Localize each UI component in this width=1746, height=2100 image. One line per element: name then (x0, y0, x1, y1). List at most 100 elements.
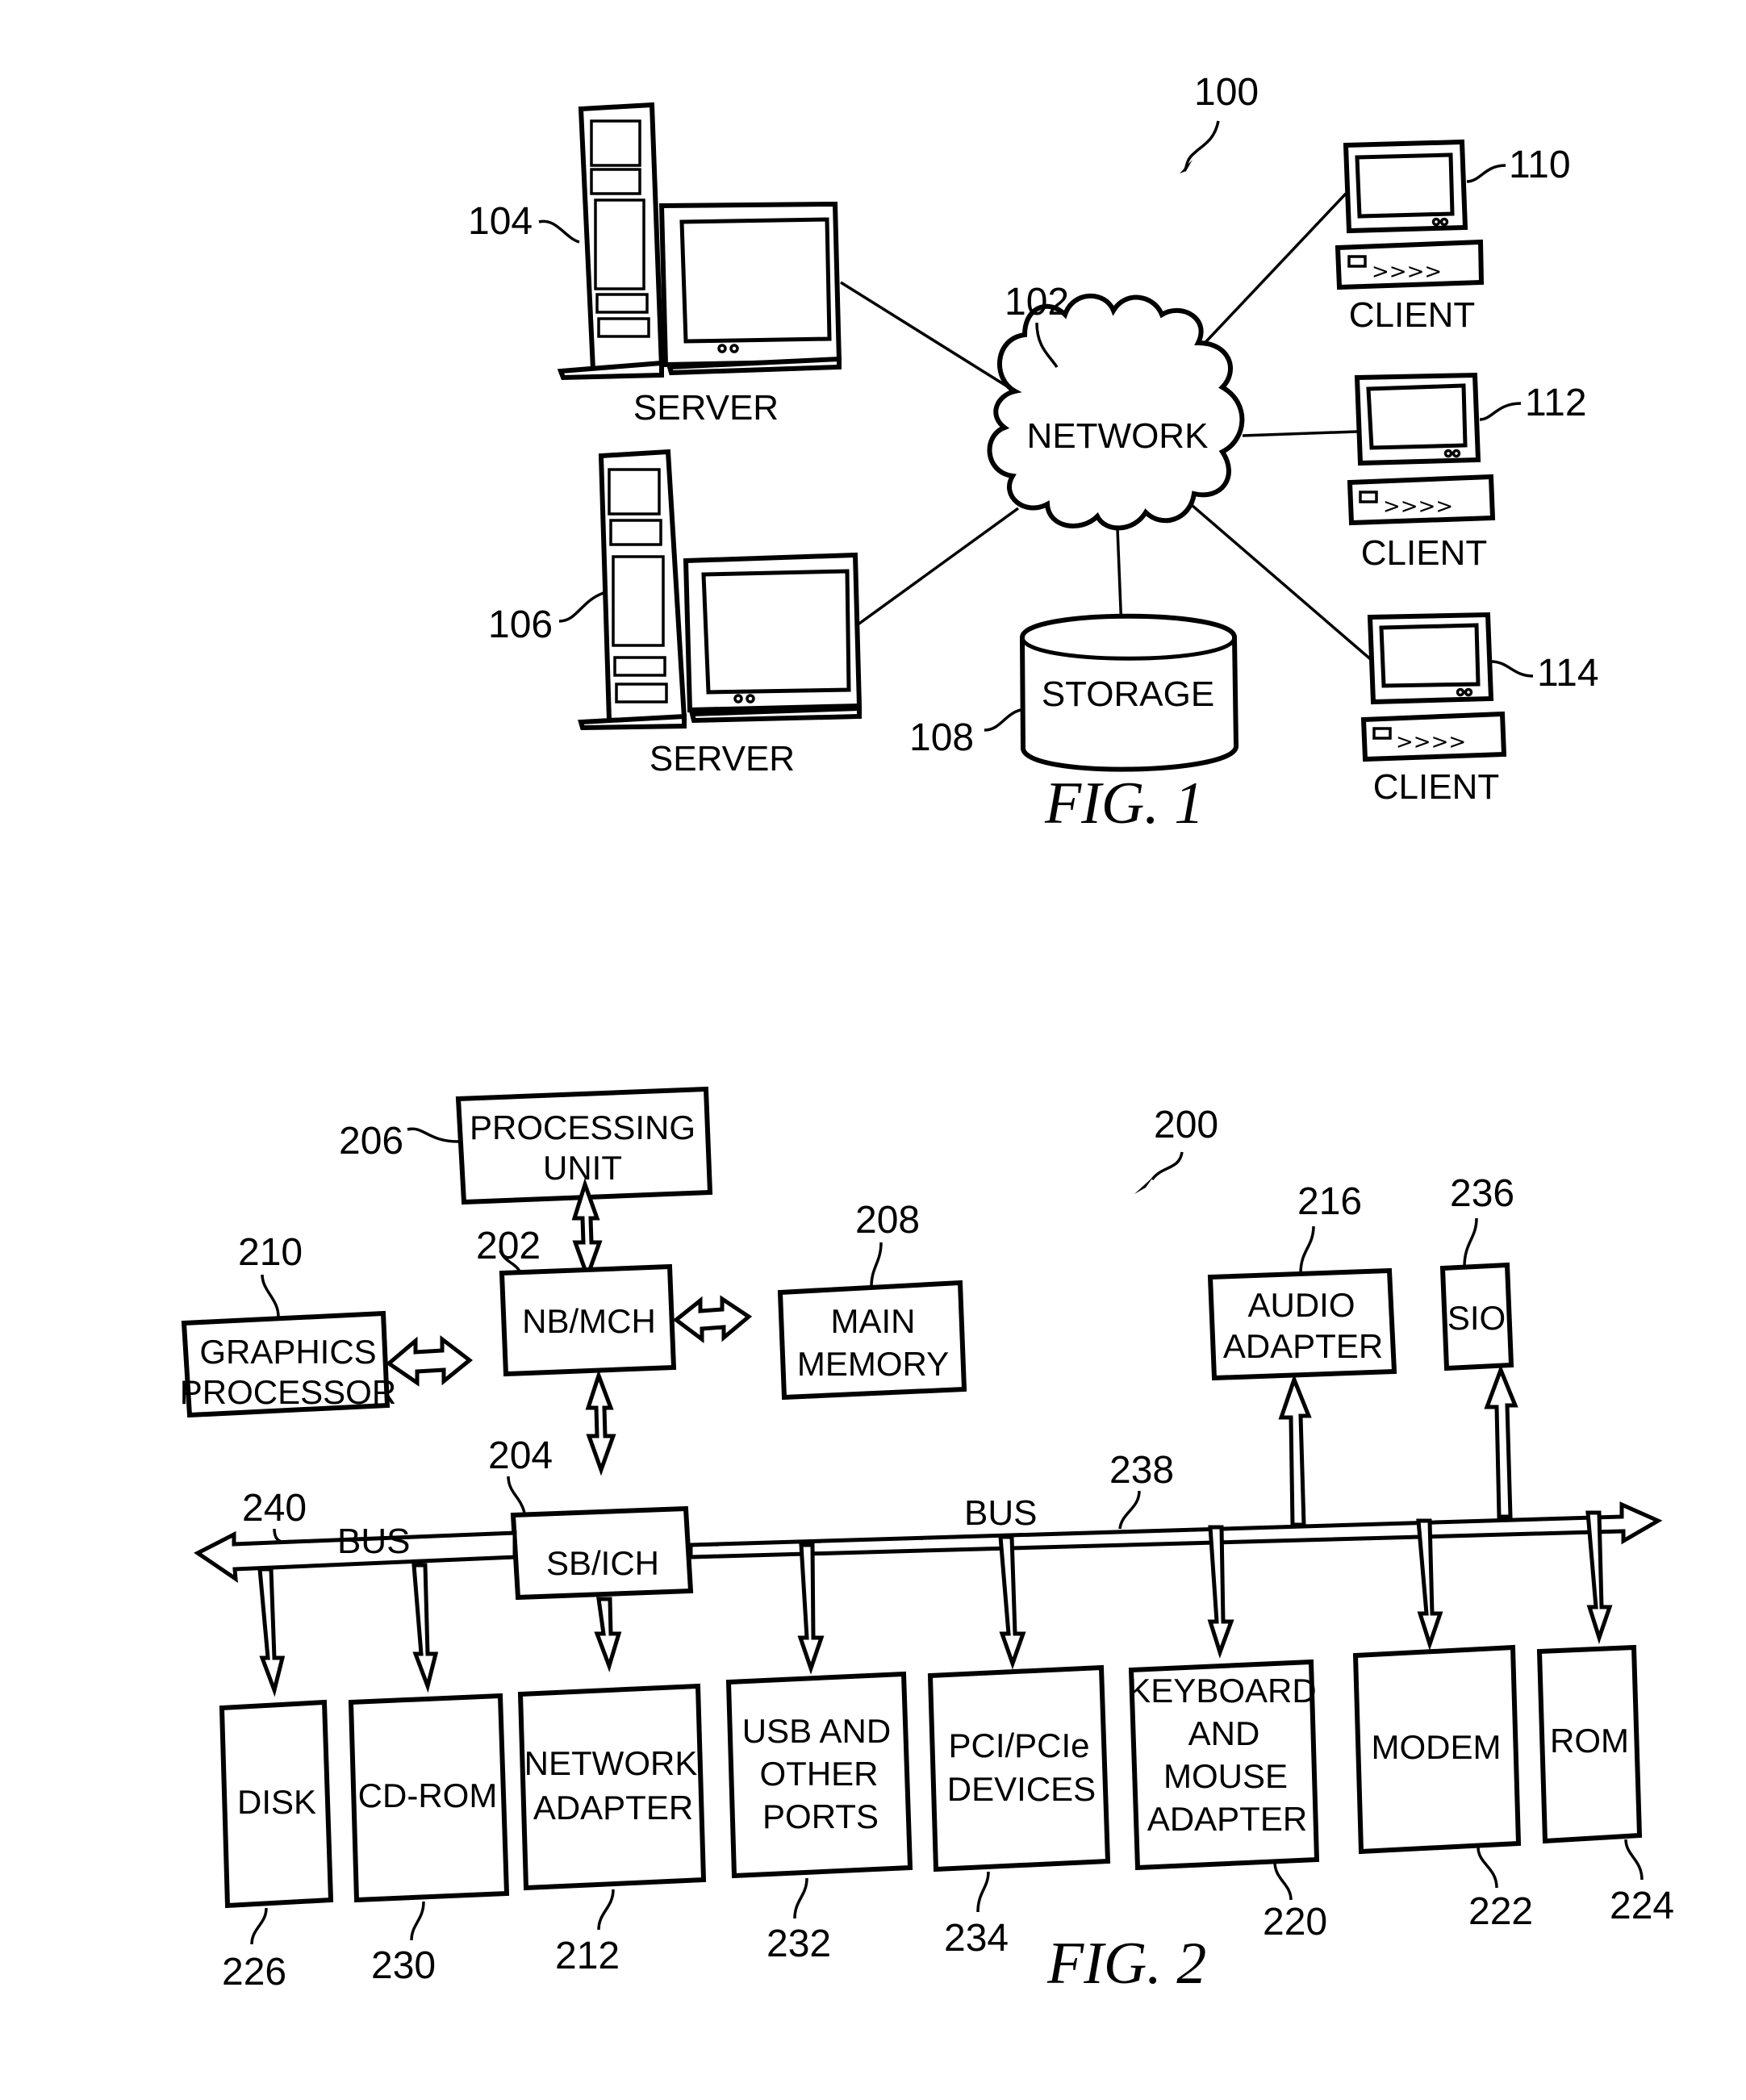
bus-right-label: BUS (964, 1493, 1037, 1533)
graphics-processor-line2: PROCESSOR (180, 1373, 396, 1411)
processing-unit-ref-leader (407, 1127, 459, 1143)
fig1-system-ref: 100 (1194, 71, 1259, 114)
sio-bus-arrow (1484, 1364, 1518, 1519)
disk-bus-arrow (257, 1567, 286, 1697)
keyboard-mouse-line3: MOUSE (1163, 1757, 1288, 1795)
sio-ref: 236 (1450, 1172, 1514, 1215)
server-104-ref-leader (538, 219, 580, 244)
svg-text:>>>>: >>>> (1396, 730, 1466, 754)
bus-240: BUS 240 (194, 1487, 517, 1584)
audio-adapter-ref: 216 (1297, 1180, 1362, 1223)
pci-devices-bus-arrow (998, 1534, 1026, 1670)
fig1-caption: FIG. 1 (1044, 770, 1204, 837)
modem-ref-leader (1477, 1847, 1498, 1889)
fig2-system-ref-leader (1151, 1151, 1184, 1181)
keyboard-mouse-line1: KEYBOARD (1128, 1672, 1316, 1710)
server-106: SERVER 106 (488, 449, 863, 779)
audio-adapter-bus-arrow (1278, 1373, 1312, 1527)
client-110-ref: 110 (1509, 144, 1571, 186)
bus-right-ref: 238 (1109, 1449, 1174, 1492)
fig2-system-ref-arrowhead (1134, 1176, 1154, 1194)
sio-ref-leader (1463, 1217, 1478, 1267)
rom-ref-leader (1624, 1839, 1644, 1881)
audio-adapter-line2: ADAPTER (1223, 1327, 1383, 1365)
bus-right-ref-leader (1118, 1490, 1141, 1530)
sb-ich-label: SB/ICH (546, 1544, 659, 1582)
client-114-ref-leader (1490, 660, 1534, 678)
main-memory-ref-leader (870, 1242, 883, 1288)
rom-ref: 224 (1610, 1885, 1674, 1927)
disk-ref-leader (250, 1907, 268, 1945)
processing-unit-line2: UNIT (543, 1149, 622, 1187)
server-104-label: SERVER (633, 388, 779, 428)
network-label: NETWORK (1027, 416, 1209, 456)
sio-236: SIO 236 (1439, 1172, 1518, 1519)
monitor-icon (658, 201, 842, 376)
keyboard-mouse-ref: 220 (1263, 1901, 1327, 1943)
server-106-label: SERVER (650, 739, 795, 779)
keyboard-mouse-line4: ADAPTER (1147, 1800, 1307, 1838)
bus-238: BUS 238 (688, 1449, 1663, 1559)
usb-ports-line1: USB AND (742, 1712, 891, 1750)
link-client-110 (1180, 192, 1347, 369)
rom-label: ROM (1550, 1722, 1629, 1760)
keyboard-mouse-ref-leader (1273, 1861, 1293, 1901)
link-client-112 (1242, 430, 1358, 437)
usb-ports-line2: OTHER (760, 1755, 879, 1793)
cd-rom-bus-arrow (411, 1563, 439, 1693)
main-memory-208: MAIN MEMORY 208 (777, 1199, 967, 1401)
usb-ports-ref-leader (793, 1877, 808, 1919)
server-106-ref: 106 (488, 603, 553, 646)
sb-ich-204: SB/ICH 204 (488, 1434, 694, 1601)
pci-devices-ref-leader (976, 1871, 990, 1913)
fig2-block-diagram: 200 PROCESSING UNIT 206 NB/MCH 202 MAIN … (180, 1086, 1674, 1997)
processing-unit-ref: 206 (339, 1120, 403, 1163)
keyboard-mouse-adapter-220: KEYBOARD AND MOUSE ADAPTER 220 (1128, 1525, 1327, 1943)
graphics-processor-ref: 210 (238, 1231, 303, 1274)
modem-222: MODEM 222 (1352, 1518, 1533, 1933)
client-112-ref: 112 (1525, 382, 1587, 424)
cd-rom-230: CD-ROM 230 (348, 1563, 510, 1987)
network-adapter-ref: 212 (555, 1935, 620, 1977)
audio-adapter-216: AUDIO ADAPTER 216 (1207, 1180, 1397, 1527)
link-server-106 (855, 507, 1020, 627)
bidirectional-arrow-graphics-nb (385, 1334, 474, 1387)
network-adapter-bus-arrow (594, 1597, 622, 1672)
pci-devices-line1: PCI/PCIe (948, 1726, 1089, 1764)
sio-label: SIO (1447, 1299, 1506, 1337)
usb-ports-line3: PORTS (762, 1797, 879, 1835)
usb-ports-232: USB AND OTHER PORTS 232 (725, 1543, 913, 1965)
nb-mch-label: NB/MCH (522, 1302, 656, 1340)
main-memory-line1: MAIN (831, 1302, 916, 1340)
graphics-processor-line1: GRAPHICS (199, 1333, 376, 1371)
client-114: >>>> CLIENT 114 (1360, 612, 1599, 807)
bidirectional-arrow-nb-sb (585, 1369, 616, 1476)
usb-ports-bus-arrow (797, 1543, 825, 1675)
disk-226: DISK 226 (219, 1567, 334, 1994)
audio-adapter-line1: AUDIO (1247, 1286, 1355, 1324)
bus-right-arrow-icon (688, 1501, 1663, 1559)
bidirectional-arrow-nb-memory (672, 1295, 753, 1343)
disk-ref: 226 (222, 1951, 286, 1994)
disk-label: DISK (237, 1783, 316, 1821)
graphics-processor-ref-leader (261, 1274, 280, 1317)
server-106-ref-leader (558, 591, 604, 623)
main-memory-line2: MEMORY (797, 1345, 949, 1383)
client-110: >>>> CLIENT 110 (1335, 139, 1571, 335)
monitor-icon (683, 552, 863, 724)
modem-ref: 222 (1468, 1890, 1533, 1933)
client-112: >>>> CLIENT 112 (1347, 372, 1587, 573)
pci-devices-ref: 234 (944, 1917, 1009, 1960)
modem-label: MODEM (1372, 1728, 1502, 1766)
server-104-ref: 104 (468, 200, 533, 243)
storage-ref-leader (984, 708, 1021, 732)
bus-left-label: BUS (337, 1522, 410, 1561)
storage-ref: 108 (909, 716, 974, 759)
client-114-ref: 114 (1537, 652, 1599, 695)
graphics-processor-210: GRAPHICS PROCESSOR 210 (180, 1231, 396, 1418)
fig1-network-diagram: 100 NETWORK 102 SERVER 104 SERVER 106 ST… (468, 71, 1599, 837)
cd-rom-ref: 230 (371, 1944, 436, 1987)
pci-devices-234: PCI/PCIe DEVICES 234 (927, 1534, 1111, 1960)
audio-adapter-ref-leader (1299, 1225, 1315, 1274)
patent-figures: 100 NETWORK 102 SERVER 104 SERVER 106 ST… (180, 71, 1674, 1997)
